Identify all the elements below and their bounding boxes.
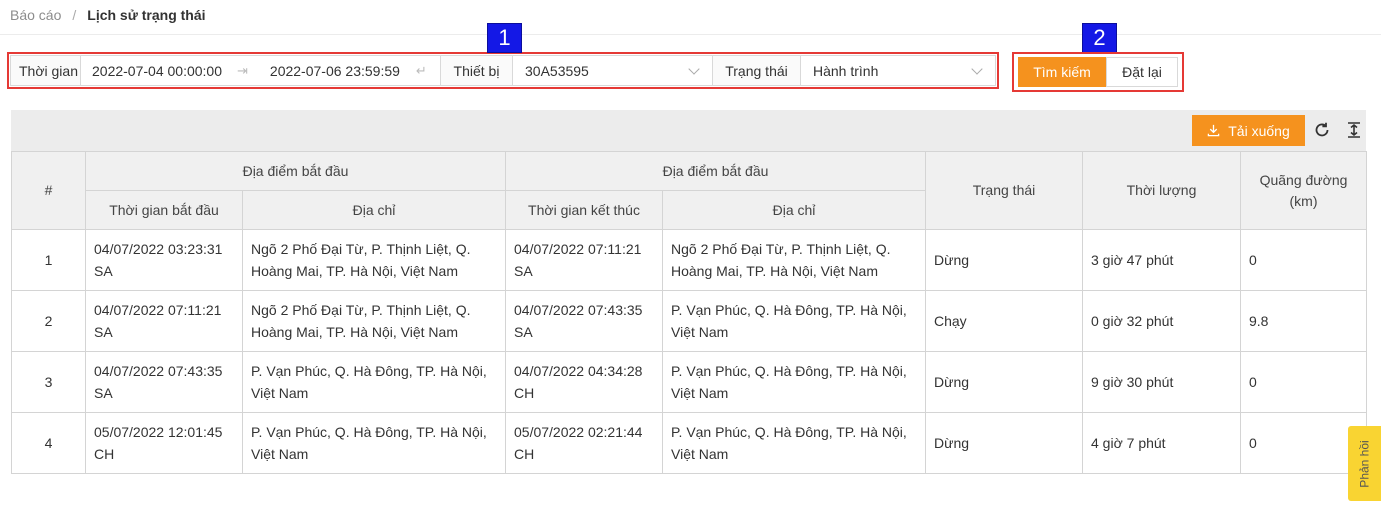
marker-2: 2 bbox=[1082, 23, 1117, 53]
cell-index: 1 bbox=[11, 229, 86, 291]
cell-duration: 0 giờ 32 phút bbox=[1082, 290, 1241, 352]
col-header-start-address: Địa chỉ bbox=[242, 190, 506, 230]
table-row: 1 04/07/2022 03:23:31 SA Ngõ 2 Phố Đại T… bbox=[11, 229, 1367, 291]
marker-1: 1 bbox=[487, 23, 522, 53]
cell-end-time: 04/07/2022 07:11:21 SA bbox=[505, 229, 663, 291]
col-header-start-time: Thời gian bắt đầu bbox=[85, 190, 243, 230]
cell-end-time: 04/07/2022 04:34:28 CH bbox=[505, 351, 663, 413]
cell-end-address: Ngõ 2 Phố Đại Từ, P. Thịnh Liệt, Q. Hoàn… bbox=[662, 229, 926, 291]
status-history-table: # Địa điểm bắt đầu Địa điểm bắt đầu Trạn… bbox=[11, 151, 1367, 474]
cell-start-time: 04/07/2022 03:23:31 SA bbox=[85, 229, 243, 291]
table-toolbar: Tải xuống bbox=[11, 110, 1366, 151]
cell-duration: 9 giờ 30 phút bbox=[1082, 351, 1241, 413]
chevron-down-icon bbox=[688, 62, 700, 75]
cell-duration: 3 giờ 47 phút bbox=[1082, 229, 1241, 291]
cell-index: 4 bbox=[11, 412, 86, 474]
breadcrumb-separator: / bbox=[72, 7, 77, 23]
table-row: 4 05/07/2022 12:01:45 CH P. Vạn Phúc, Q.… bbox=[11, 412, 1367, 474]
download-label: Tải xuống bbox=[1228, 122, 1290, 139]
cell-end-address: P. Vạn Phúc, Q. Hà Đông, TP. Hà Nội, Việ… bbox=[662, 351, 926, 413]
cell-distance: 0 bbox=[1240, 351, 1367, 413]
search-button[interactable]: Tìm kiếm bbox=[1018, 57, 1106, 87]
breadcrumb: Báo cáo / Lịch sử trạng thái bbox=[10, 6, 206, 24]
feedback-label: Phản hồi bbox=[1357, 439, 1372, 488]
arrow-left-icon: ↵ bbox=[415, 62, 427, 78]
cell-start-time: 04/07/2022 07:11:21 SA bbox=[85, 290, 243, 352]
col-group-start-location: Địa điểm bắt đầu bbox=[85, 151, 506, 191]
col-header-status: Trạng thái bbox=[925, 151, 1083, 230]
header-divider bbox=[0, 34, 1381, 35]
cell-end-address: P. Vạn Phúc, Q. Hà Đông, TP. Hà Nội, Việ… bbox=[662, 412, 926, 474]
cell-distance: 9.8 bbox=[1240, 290, 1367, 352]
col-header-distance: Quãng đường (km) bbox=[1240, 151, 1367, 230]
column-height-icon[interactable] bbox=[1342, 118, 1366, 142]
cell-status: Dừng bbox=[925, 351, 1083, 413]
cell-status: Dừng bbox=[925, 412, 1083, 474]
cell-start-time: 04/07/2022 07:43:35 SA bbox=[85, 351, 243, 413]
cell-index: 3 bbox=[11, 351, 86, 413]
status-select[interactable]: Hành trình bbox=[801, 56, 995, 85]
status-value: Hành trình bbox=[813, 62, 879, 79]
action-buttons: Tìm kiếm Đặt lại bbox=[1012, 52, 1184, 92]
cell-duration: 4 giờ 7 phút bbox=[1082, 412, 1241, 474]
cell-status: Dừng bbox=[925, 229, 1083, 291]
chevron-down-icon bbox=[971, 62, 983, 75]
table-row: 2 04/07/2022 07:11:21 SA Ngõ 2 Phố Đại T… bbox=[11, 290, 1367, 352]
device-value: 30A53595 bbox=[525, 62, 589, 79]
cell-end-time: 04/07/2022 07:43:35 SA bbox=[505, 290, 663, 352]
cell-start-address: Ngõ 2 Phố Đại Từ, P. Thịnh Liệt, Q. Hoàn… bbox=[242, 290, 506, 352]
cell-start-address: P. Vạn Phúc, Q. Hà Đông, TP. Hà Nội, Việ… bbox=[242, 412, 506, 474]
filter-bar: Thời gian 2022-07-04 00:00:00 ⇥ 2022-07-… bbox=[7, 52, 999, 89]
download-icon bbox=[1207, 124, 1220, 137]
start-time-input[interactable]: 2022-07-04 00:00:00 bbox=[92, 63, 222, 79]
breadcrumb-link-reports[interactable]: Báo cáo bbox=[10, 7, 61, 23]
cell-start-address: P. Vạn Phúc, Q. Hà Đông, TP. Hà Nội, Việ… bbox=[242, 351, 506, 413]
cell-distance: 0 bbox=[1240, 229, 1367, 291]
date-range-picker[interactable]: 2022-07-04 00:00:00 ⇥ 2022-07-06 23:59:5… bbox=[81, 56, 441, 85]
cell-end-time: 05/07/2022 02:21:44 CH bbox=[505, 412, 663, 474]
arrow-right-icon: ⇥ bbox=[237, 62, 248, 78]
refresh-icon[interactable] bbox=[1310, 118, 1334, 142]
download-button[interactable]: Tải xuống bbox=[1192, 115, 1305, 146]
cell-start-address: Ngõ 2 Phố Đại Từ, P. Thịnh Liệt, Q. Hoàn… bbox=[242, 229, 506, 291]
cell-end-address: P. Vạn Phúc, Q. Hà Đông, TP. Hà Nội, Việ… bbox=[662, 290, 926, 352]
time-label: Thời gian bbox=[11, 56, 81, 85]
end-time-input[interactable]: 2022-07-06 23:59:59 bbox=[270, 63, 400, 79]
device-select[interactable]: 30A53595 bbox=[513, 56, 713, 85]
status-label: Trạng thái bbox=[713, 56, 801, 85]
feedback-button[interactable]: Phản hồi bbox=[1348, 426, 1381, 501]
col-header-end-time: Thời gian kết thúc bbox=[505, 190, 663, 230]
device-label: Thiết bị bbox=[441, 56, 513, 85]
cell-status: Chạy bbox=[925, 290, 1083, 352]
col-header-duration: Thời lượng bbox=[1082, 151, 1241, 230]
cell-index: 2 bbox=[11, 290, 86, 352]
table-row: 3 04/07/2022 07:43:35 SA P. Vạn Phúc, Q.… bbox=[11, 351, 1367, 413]
reset-button[interactable]: Đặt lại bbox=[1106, 57, 1178, 87]
col-group-end-location: Địa điểm bắt đầu bbox=[505, 151, 926, 191]
cell-start-time: 05/07/2022 12:01:45 CH bbox=[85, 412, 243, 474]
breadcrumb-current: Lịch sử trạng thái bbox=[87, 7, 206, 23]
col-header-end-address: Địa chỉ bbox=[662, 190, 926, 230]
col-header-index: # bbox=[11, 151, 86, 230]
